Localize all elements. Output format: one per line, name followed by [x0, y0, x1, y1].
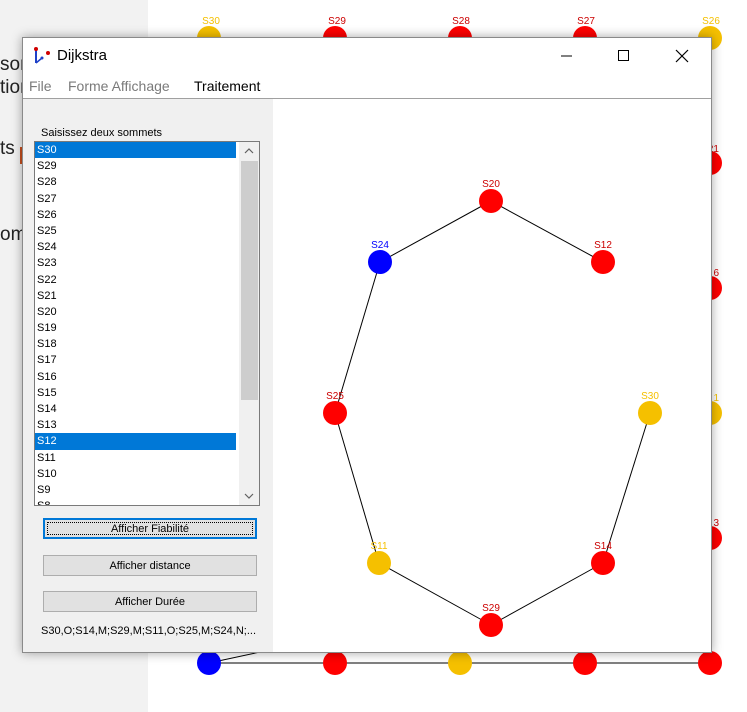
- vertex-list-item[interactable]: S28: [35, 174, 236, 190]
- maximize-icon: [618, 50, 629, 61]
- listbox-scrollbar[interactable]: [239, 142, 259, 505]
- chevron-up-icon: [244, 148, 254, 154]
- background-node: [197, 651, 221, 675]
- graph-node-label: S30: [641, 391, 659, 402]
- graph-edge: [490, 562, 604, 626]
- vertex-list-item[interactable]: S24: [35, 239, 236, 255]
- graph-node[interactable]: [638, 401, 662, 425]
- graph-edge: [490, 200, 604, 263]
- graph-node-label: S24: [371, 240, 389, 251]
- graph-node[interactable]: [479, 613, 503, 637]
- vertex-list-item[interactable]: S23: [35, 255, 236, 271]
- vertex-list-item[interactable]: S16: [35, 369, 236, 385]
- menu-bar: File Forme Affichage Traitement: [23, 74, 711, 99]
- afficher-distance-button[interactable]: Afficher distance: [43, 555, 257, 576]
- path-result-text: S30,O;S14,M;S29,M;S11,O;S25,M;S24,N;...: [41, 625, 257, 637]
- vertex-list-item[interactable]: S12: [35, 433, 236, 450]
- background-node: [573, 651, 597, 675]
- vertex-list-item[interactable]: S13: [35, 417, 236, 433]
- graph-node-label: S11: [370, 541, 387, 552]
- graph-edge: [379, 200, 492, 263]
- menu-file[interactable]: File: [29, 78, 52, 94]
- close-button[interactable]: [653, 38, 711, 74]
- vertex-list-item[interactable]: S17: [35, 352, 236, 368]
- vertex-list-item[interactable]: S15: [35, 385, 236, 401]
- graph-node[interactable]: [368, 250, 392, 274]
- afficher-duree-button[interactable]: Afficher Durée: [43, 591, 257, 612]
- maximize-button[interactable]: [595, 38, 653, 74]
- afficher-fiabilite-button[interactable]: Afficher Fiabilité: [43, 518, 257, 539]
- graph-node[interactable]: [367, 551, 391, 575]
- vertex-list-item[interactable]: S10: [35, 466, 236, 482]
- vertex-prompt-label: Saisissez deux sommets: [41, 127, 163, 139]
- focus-ring: [47, 522, 253, 535]
- vertex-list-item[interactable]: S30: [35, 142, 236, 159]
- afficher-duree-label: Afficher Durée: [114, 596, 186, 608]
- graph-drawing: S20 S12 S24 S25 S30 S11 S14 S29: [323, 179, 662, 637]
- vertex-list-item[interactable]: S14: [35, 401, 236, 417]
- title-bar[interactable]: Dijkstra: [23, 38, 711, 74]
- graph-edge: [378, 562, 492, 626]
- menu-traitement[interactable]: Traitement: [194, 78, 260, 94]
- background-node-label: S30: [202, 16, 220, 27]
- background-node-label: S27: [577, 16, 595, 27]
- vertex-listbox[interactable]: S30 S29 S28 S27 S26 S25 S24 S23 S22 S21 S20 S19 S18 S…: [34, 141, 260, 506]
- background-node: [698, 651, 722, 675]
- graph-node-label: S14: [594, 541, 612, 552]
- vertex-list-item[interactable]: S9: [35, 482, 236, 498]
- vertex-list-item[interactable]: S11: [35, 450, 236, 466]
- background-node-label: 6: [713, 268, 719, 279]
- vertex-list-item[interactable]: S27: [35, 191, 236, 207]
- vertex-list-item[interactable]: S18: [35, 336, 236, 352]
- graph-node[interactable]: [591, 250, 615, 274]
- menu-forme-affichage[interactable]: Forme Affichage: [68, 78, 170, 94]
- app-icon: [34, 47, 50, 64]
- minimize-icon: [561, 55, 572, 57]
- graph-node-label: S20: [482, 179, 500, 190]
- graph-node-label: S25: [326, 391, 344, 402]
- background-node: [323, 651, 347, 675]
- vertex-list-item[interactable]: S19: [35, 320, 236, 336]
- vertex-list-item[interactable]: S8: [35, 498, 236, 505]
- graph-node-label: S29: [482, 603, 500, 614]
- dijkstra-window: Dijkstra File Forme Affichage Traitement…: [22, 37, 712, 653]
- minimize-button[interactable]: [538, 38, 596, 74]
- vertex-list-items: S30 S29 S28 S27 S26 S25 S24 S23 S22 S21 S20 S19 S18 S…: [35, 142, 259, 505]
- afficher-distance-label: Afficher distance: [109, 560, 191, 572]
- close-icon: [675, 49, 689, 63]
- vertex-list-item[interactable]: S20: [35, 304, 236, 320]
- control-panel: Saisissez deux sommets S30 S29 S28 S27 S26 S2…: [23, 99, 272, 652]
- vertex-list-item[interactable]: S25: [35, 223, 236, 239]
- graph-node-label: S12: [594, 240, 612, 251]
- vertex-list-item[interactable]: S22: [35, 272, 236, 288]
- background-node-label: 1: [713, 393, 719, 404]
- vertex-list-item[interactable]: S26: [35, 207, 236, 223]
- scroll-thumb[interactable]: [241, 161, 258, 400]
- background-node: [448, 651, 472, 675]
- graph-node[interactable]: [323, 401, 347, 425]
- background-node-label: S29: [328, 16, 346, 27]
- vertex-list-item[interactable]: S29: [35, 158, 236, 174]
- background-node-label: 3: [713, 518, 719, 529]
- graph-node[interactable]: [591, 551, 615, 575]
- background-node-label: S26: [702, 16, 720, 27]
- scroll-down-button[interactable]: [239, 487, 259, 505]
- scroll-up-button[interactable]: [239, 142, 259, 160]
- chevron-down-icon: [244, 493, 254, 499]
- vertex-list-item[interactable]: S21: [35, 288, 236, 304]
- graph-canvas[interactable]: S20 S12 S24 S25 S30 S11 S14 S29: [273, 99, 711, 652]
- graph-node[interactable]: [479, 189, 503, 213]
- background-node-label: S28: [452, 16, 470, 27]
- window-title: Dijkstra: [57, 47, 108, 64]
